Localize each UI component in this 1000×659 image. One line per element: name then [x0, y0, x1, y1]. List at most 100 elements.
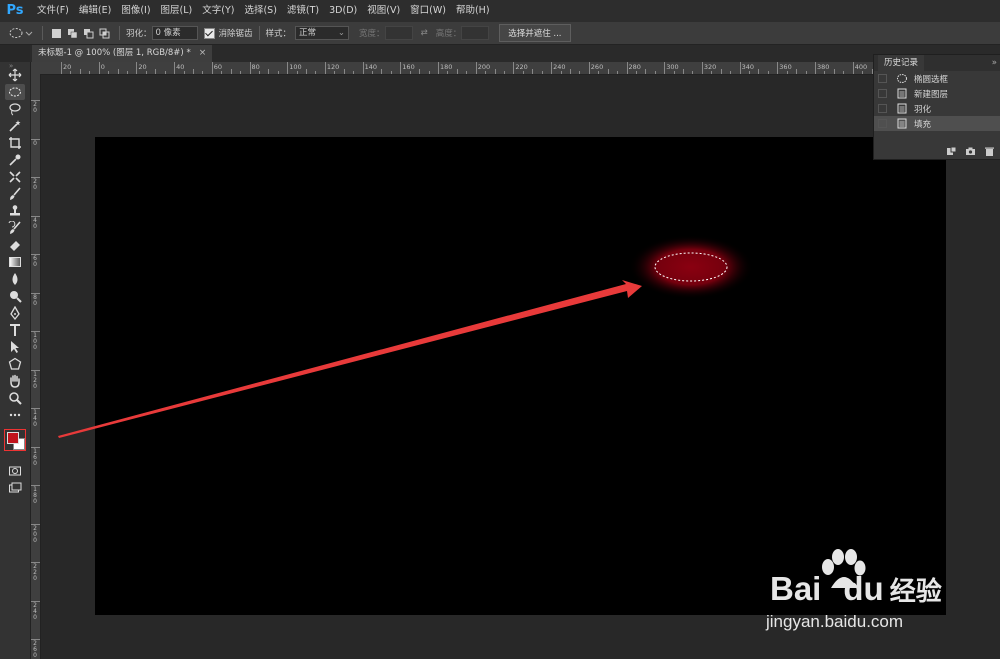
ruler-label: 2 6 0	[33, 640, 37, 659]
horizontal-ruler[interactable]: 20 0 20 40 60 80 100 120 140 160 180 200 220 240 260 28…	[40, 62, 1000, 75]
ruler-tick	[739, 62, 741, 74]
menu-item[interactable]: 3D(D)	[324, 0, 362, 22]
photoshop-logo: Ps	[6, 3, 24, 18]
ruler-tick	[664, 62, 666, 74]
clone-stamp-tool[interactable]	[5, 203, 25, 219]
subtract-selection-icon[interactable]	[83, 28, 95, 39]
menu-item[interactable]: 视图(V)	[362, 0, 405, 22]
healing-brush-tool[interactable]	[5, 169, 25, 185]
ruler-tick	[494, 69, 496, 74]
close-icon[interactable]: ×	[199, 45, 207, 62]
options-bar: 羽化： 0 像素 消除锯齿 样式： 正常 ⌄ 宽度： ⇄ 高度： 选择并遮住 .…	[0, 22, 1000, 45]
ruler-tick	[89, 71, 91, 74]
shape-tool[interactable]	[5, 356, 25, 372]
history-snapshot-checkbox[interactable]	[878, 89, 887, 98]
select-and-mask-button[interactable]: 选择并遮住 ...	[499, 24, 571, 42]
menu-item[interactable]: 文字(Y)	[197, 0, 239, 22]
quick-mask-icon	[9, 466, 21, 476]
ruler-tick	[777, 62, 779, 74]
menu-item[interactable]: 窗口(W)	[405, 0, 451, 22]
history-snapshot-checkbox[interactable]	[878, 104, 887, 113]
ruler-tick	[221, 71, 223, 74]
pen-icon	[10, 306, 20, 320]
quick-mask-button[interactable]	[5, 463, 25, 479]
ruler-label: 240	[553, 63, 566, 71]
ruler-label: 1 2 0	[33, 370, 37, 390]
brush-tool[interactable]	[5, 186, 25, 202]
menu-item[interactable]: 文件(F)	[32, 0, 74, 22]
history-state[interactable]: 椭圆选框	[874, 71, 1000, 86]
ruler-tick	[786, 71, 788, 74]
height-input[interactable]	[461, 26, 490, 40]
history-tab[interactable]: 历史记录	[878, 55, 925, 71]
gradient-tool[interactable]	[5, 254, 25, 270]
ruler-tick	[155, 69, 157, 74]
red-glow-fill	[629, 235, 753, 299]
ruler-tick	[409, 71, 411, 74]
eyedropper-tool[interactable]	[5, 152, 25, 168]
menu-item[interactable]: 选择(S)	[239, 0, 281, 22]
stamp-icon	[10, 205, 20, 216]
swap-icon[interactable]: ⇄	[421, 28, 428, 38]
width-input[interactable]	[384, 26, 413, 40]
ruler-tick	[30, 177, 40, 178]
vertical-ruler[interactable]: 2 0 0 2 0 4 0 6 0 8 0 1 0 0 1 2 0 1 4 0 1 6 0 1 8 …	[30, 74, 41, 659]
history-state[interactable]: 填充	[874, 116, 1000, 131]
menu-item[interactable]: 编辑(E)	[74, 0, 116, 22]
eraser-tool[interactable]	[5, 237, 25, 253]
ruler-tick	[30, 215, 40, 217]
jingyan-wordmark: 经验	[889, 576, 942, 606]
history-state[interactable]: 新建图层	[874, 86, 1000, 101]
panel-expand-icon[interactable]: »	[992, 58, 997, 68]
magic-wand-tool[interactable]	[5, 118, 25, 134]
crop-tool[interactable]	[5, 135, 25, 151]
dodge-tool[interactable]	[5, 288, 25, 304]
hand-tool[interactable]	[5, 373, 25, 389]
history-snapshot-checkbox[interactable]	[878, 119, 887, 128]
trash-icon[interactable]	[984, 146, 995, 156]
history-snapshot-checkbox[interactable]	[878, 74, 887, 83]
history-state[interactable]: 羽化	[874, 101, 1000, 116]
add-selection-icon[interactable]	[67, 28, 79, 39]
history-panel: 历史记录 » 椭圆选框 新建图层 羽化 填充	[873, 54, 1000, 160]
ruler-tick	[617, 71, 618, 74]
feather-input[interactable]: 0 像素	[151, 26, 198, 40]
style-select[interactable]: 正常 ⌄	[295, 26, 350, 40]
new-selection-icon[interactable]	[51, 28, 63, 39]
document-tab[interactable]: 未标题-1 @ 100% (图层 1, RGB/8#) * ×	[32, 45, 213, 62]
intersect-selection-icon[interactable]	[99, 28, 111, 39]
tool-preset-picker[interactable]	[6, 25, 36, 41]
elliptical-marquee-tool[interactable]	[5, 84, 25, 100]
menu-item[interactable]: 滤镜(T)	[282, 0, 324, 22]
ruler-tick	[30, 369, 40, 371]
ruler-tick	[815, 62, 816, 74]
antialias-checkbox[interactable]	[203, 27, 215, 39]
menu-item[interactable]: 图层(L)	[156, 0, 198, 22]
lasso-tool[interactable]	[5, 101, 25, 117]
screen-mode-button[interactable]	[5, 480, 25, 496]
pen-tool[interactable]	[5, 305, 25, 321]
history-brush-tool[interactable]	[5, 220, 25, 236]
ruler-tick	[372, 71, 373, 74]
ruler-tick	[136, 62, 138, 74]
camera-icon[interactable]	[965, 146, 976, 156]
ruler-tick	[249, 62, 251, 74]
ruler-tick	[438, 62, 439, 74]
ruler-tick	[30, 138, 40, 140]
path-selection-tool[interactable]	[5, 339, 25, 355]
menu-item[interactable]: 图像(I)	[116, 0, 155, 22]
move-tool[interactable]	[5, 67, 25, 83]
document-canvas[interactable]	[95, 137, 946, 615]
zoom-tool[interactable]	[5, 390, 25, 406]
new-document-from-state-icon[interactable]	[946, 146, 957, 156]
arrow-pointer-icon	[11, 341, 19, 353]
magic-wand-icon	[9, 120, 21, 132]
more-tools[interactable]	[5, 407, 25, 423]
blur-tool[interactable]	[5, 271, 25, 287]
ruler-tick	[362, 62, 364, 74]
color-swatches[interactable]	[4, 429, 26, 451]
type-tool[interactable]	[5, 322, 25, 338]
foreground-color-swatch[interactable]	[7, 432, 19, 444]
height-label: 高度：	[435, 29, 462, 39]
menu-item[interactable]: 帮助(H)	[451, 0, 495, 22]
